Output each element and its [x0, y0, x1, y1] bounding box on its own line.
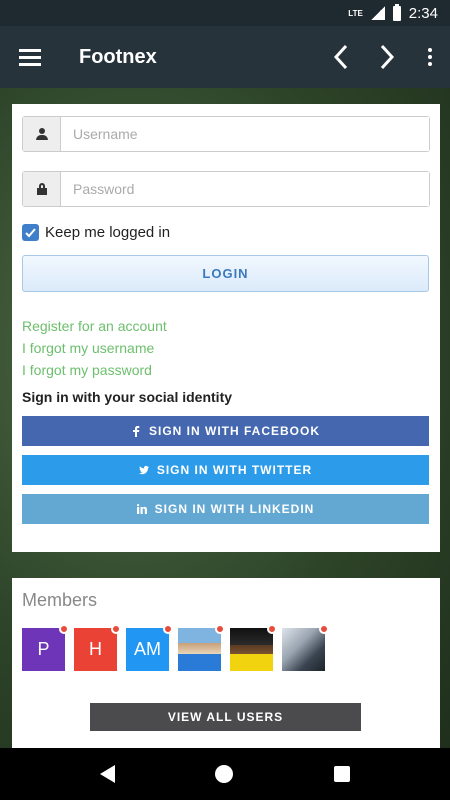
member-avatar-photo[interactable]	[230, 624, 277, 671]
status-bar: LTE 2:34	[0, 0, 450, 26]
network-type: LTE	[348, 8, 363, 18]
member-avatar[interactable]: H	[74, 624, 121, 671]
battery-icon	[392, 3, 401, 21]
status-dot	[163, 624, 173, 634]
system-back-icon[interactable]	[100, 765, 116, 783]
checkmark-icon	[25, 228, 36, 238]
system-recents-icon[interactable]	[333, 766, 350, 782]
login-card: Keep me logged in LOGIN Register for an …	[12, 104, 440, 552]
remember-checkbox[interactable]	[22, 224, 39, 241]
members-title: Members	[22, 590, 98, 610]
twitter-signin-button[interactable]: SIGN IN WITH TWITTER	[22, 455, 429, 485]
members-card: Members P H AM VIEW ALL USERS	[12, 578, 440, 748]
overflow-menu-icon[interactable]	[410, 48, 450, 66]
view-all-users-button[interactable]: VIEW ALL USERS	[90, 703, 361, 731]
linkedin-signin-button[interactable]: SIGN IN WITH LINKEDIN	[22, 494, 429, 524]
app-bar: Footnex	[0, 26, 450, 88]
linkedin-label: SIGN IN WITH LINKEDIN	[154, 502, 315, 516]
member-avatar-photo[interactable]	[282, 624, 329, 671]
forgot-password-link[interactable]: I forgot my password	[22, 359, 430, 381]
system-nav-bar	[0, 748, 450, 800]
status-dot	[59, 624, 69, 634]
facebook-label: SIGN IN WITH FACEBOOK	[149, 424, 320, 438]
password-input[interactable]	[61, 172, 429, 206]
remember-me[interactable]: Keep me logged in	[22, 224, 430, 241]
status-dot	[215, 624, 225, 634]
members-row: P H AM	[22, 624, 430, 671]
username-group	[22, 116, 430, 152]
status-dot	[319, 624, 329, 634]
username-input[interactable]	[61, 117, 429, 151]
register-link[interactable]: Register for an account	[22, 315, 430, 337]
linkedin-icon	[136, 504, 147, 514]
forgot-username-link[interactable]: I forgot my username	[22, 337, 430, 359]
login-button[interactable]: LOGIN	[22, 255, 429, 292]
social-heading: Sign in with your social identity	[22, 389, 233, 405]
password-group	[22, 171, 430, 207]
back-arrow-icon[interactable]	[318, 26, 364, 88]
member-avatar-photo[interactable]	[178, 624, 225, 671]
member-avatar[interactable]: AM	[126, 624, 173, 671]
lock-icon	[23, 172, 61, 206]
user-icon	[23, 117, 61, 151]
remember-label: Keep me logged in	[45, 224, 171, 241]
system-home-icon[interactable]	[215, 765, 234, 783]
status-time: 2:34	[408, 4, 438, 22]
member-avatar[interactable]: P	[22, 624, 69, 671]
status-dot	[267, 624, 277, 634]
app-title: Footnex	[79, 45, 157, 68]
forward-arrow-icon[interactable]	[364, 26, 410, 88]
signal-icon	[370, 6, 385, 20]
facebook-signin-button[interactable]: SIGN IN WITH FACEBOOK	[22, 416, 429, 446]
status-dot	[111, 624, 121, 634]
facebook-icon	[133, 426, 140, 437]
twitter-label: SIGN IN WITH TWITTER	[156, 463, 313, 477]
twitter-icon	[138, 465, 149, 475]
hamburger-menu-icon[interactable]	[0, 26, 60, 88]
